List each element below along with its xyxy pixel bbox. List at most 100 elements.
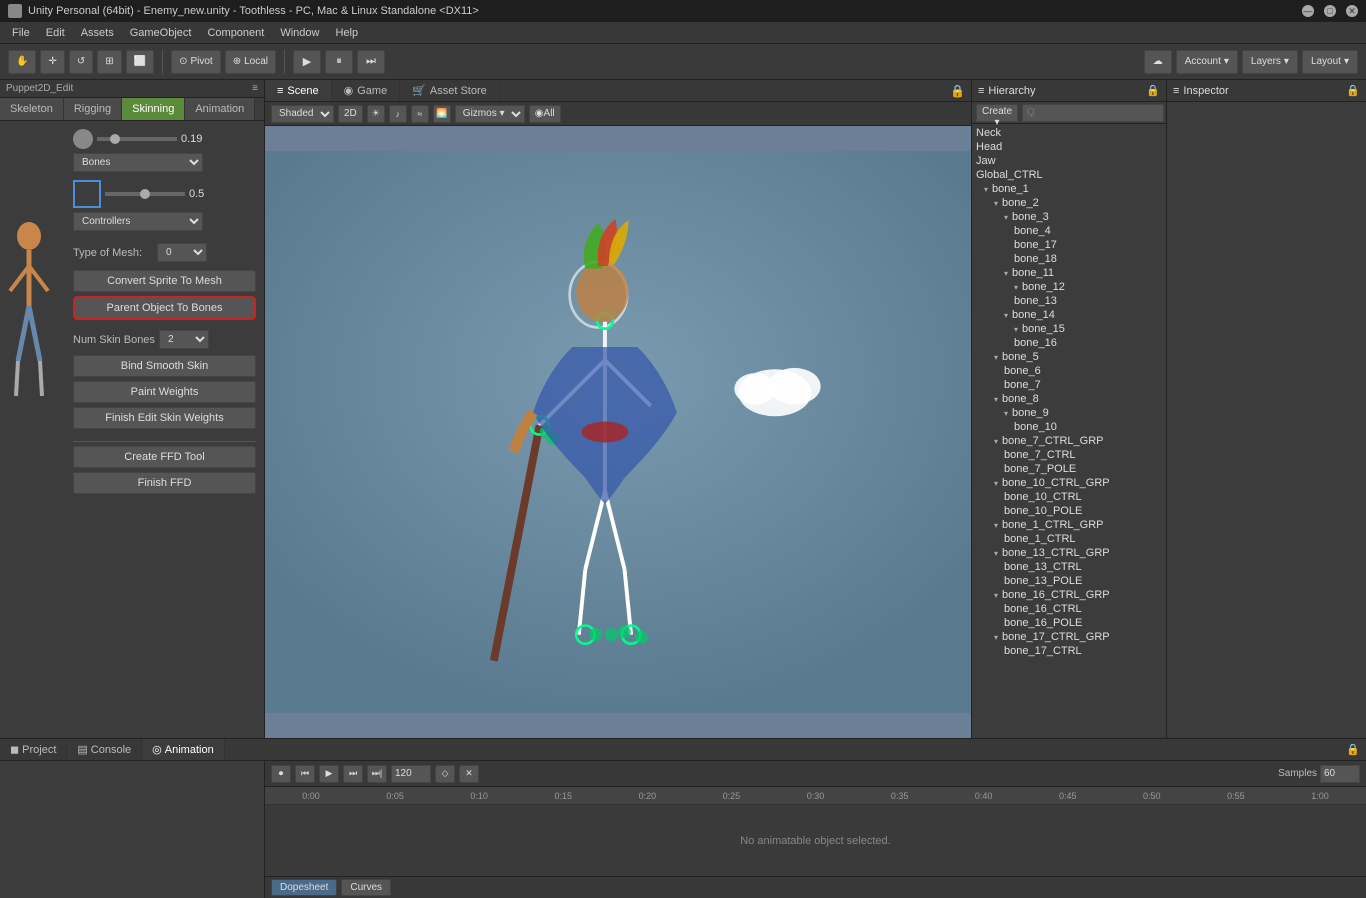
dopesheet-btn[interactable]: Dopesheet (271, 879, 337, 896)
hierarchy-lock[interactable]: 🔒 (1146, 84, 1160, 97)
tree-bone-5[interactable]: ▾bone_5 (972, 350, 1166, 364)
tree-global-ctrl[interactable]: Global_CTRL (972, 168, 1166, 182)
tab-project[interactable]: ◼ Project (0, 739, 67, 760)
anim-prev-key-btn[interactable]: ⏮ (295, 765, 315, 783)
anim-del-curve-btn[interactable]: ✕ (459, 765, 479, 783)
hierarchy-create-btn[interactable]: Create ▾ (976, 104, 1018, 122)
gizmos-select[interactable]: Gizmos ▾ (455, 105, 525, 123)
tree-bone-3[interactable]: ▾bone_3 (972, 210, 1166, 224)
tree-bone-10-ctrl-grp[interactable]: ▾bone_10_CTRL_GRP (972, 476, 1166, 490)
menu-assets[interactable]: Assets (73, 25, 122, 41)
anim-last-key-btn[interactable]: ⏭| (367, 765, 387, 783)
menu-component[interactable]: Component (199, 25, 272, 41)
effects-icon[interactable]: ≈ (411, 105, 429, 123)
tree-bone-2[interactable]: ▾bone_2 (972, 196, 1166, 210)
anim-next-key-btn[interactable]: ⏭ (343, 765, 363, 783)
curves-btn[interactable]: Curves (341, 879, 391, 896)
menu-file[interactable]: File (4, 25, 38, 41)
pause-button[interactable]: ⏸ (325, 50, 353, 74)
tree-bone-7-ctrl[interactable]: bone_7_CTRL (972, 448, 1166, 462)
tree-bone-17[interactable]: bone_17 (972, 238, 1166, 252)
anim-fps-input[interactable] (391, 765, 431, 783)
tree-bone-16-ctrl-grp[interactable]: ▾bone_16_CTRL_GRP (972, 588, 1166, 602)
hierarchy-search[interactable] (1022, 104, 1164, 122)
tree-bone-17-ctrl-grp[interactable]: ▾bone_17_CTRL_GRP (972, 630, 1166, 644)
tree-bone-13-ctrl-grp[interactable]: ▾bone_13_CTRL_GRP (972, 546, 1166, 560)
tree-neck[interactable]: Neck (972, 126, 1166, 140)
menu-window[interactable]: Window (272, 25, 327, 41)
layout-dropdown[interactable]: Layout ▾ (1302, 50, 1358, 74)
tree-bone-8[interactable]: ▾bone_8 (972, 392, 1166, 406)
tree-bone-7-ctrl-grp[interactable]: ▾bone_7_CTRL_GRP (972, 434, 1166, 448)
menu-edit[interactable]: Edit (38, 25, 73, 41)
type-of-mesh-select[interactable]: 0 (157, 243, 207, 262)
scene-lock-icon[interactable]: 🔒 (950, 84, 965, 98)
cloud-button[interactable]: ☁ (1144, 50, 1172, 74)
tree-bone-1[interactable]: ▾bone_1 (972, 182, 1166, 196)
tab-skinning[interactable]: Skinning (122, 98, 185, 120)
audio-icon[interactable]: ♪ (389, 105, 407, 123)
finish-edit-btn[interactable]: Finish Edit Skin Weights (73, 407, 256, 429)
tree-bone-10-ctrl[interactable]: bone_10_CTRL (972, 490, 1166, 504)
play-button[interactable]: ▶ (293, 50, 321, 74)
2d-btn[interactable]: 2D (338, 105, 363, 123)
all-btn[interactable]: ◉All (529, 105, 561, 123)
local-button[interactable]: ⊕ Local (225, 50, 276, 74)
tab-game[interactable]: ◉ Game (332, 80, 401, 101)
pivot-button[interactable]: ⊙ Pivot (171, 50, 221, 74)
hand-tool-button[interactable]: ✋ (8, 50, 36, 74)
tree-bone-16[interactable]: bone_16 (972, 336, 1166, 350)
tree-bone-1-ctrl[interactable]: bone_1_CTRL (972, 532, 1166, 546)
tree-bone-15[interactable]: ▾bone_15 (972, 322, 1166, 336)
tree-bone-1-ctrl-grp[interactable]: ▾bone_1_CTRL_GRP (972, 518, 1166, 532)
scale-tool-button[interactable]: ⊞ (97, 50, 121, 74)
tree-bone-10-pole[interactable]: bone_10_POLE (972, 504, 1166, 518)
layers-dropdown[interactable]: Layers ▾ (1242, 50, 1298, 74)
tree-bone-12[interactable]: ▾bone_12 (972, 280, 1166, 294)
tree-bone-7-pole[interactable]: bone_7_POLE (972, 462, 1166, 476)
bottom-lock[interactable]: 🔒 (1346, 743, 1360, 756)
tree-bone-13-ctrl[interactable]: bone_13_CTRL (972, 560, 1166, 574)
anim-add-curve-btn[interactable]: ◇ (435, 765, 455, 783)
account-dropdown[interactable]: Account ▾ (1176, 50, 1238, 74)
step-button[interactable]: ⏭ (357, 50, 385, 74)
tree-bone-7[interactable]: bone_7 (972, 378, 1166, 392)
num-skin-bones-select[interactable]: 2 (159, 330, 209, 349)
tree-bone-11[interactable]: ▾bone_11 (972, 266, 1166, 280)
tab-animation[interactable]: Animation (185, 98, 255, 120)
bind-smooth-btn[interactable]: Bind Smooth Skin (73, 355, 256, 377)
tree-bone-14[interactable]: ▾bone_14 (972, 308, 1166, 322)
tree-bone-10[interactable]: bone_10 (972, 420, 1166, 434)
tree-bone-13[interactable]: bone_13 (972, 294, 1166, 308)
move-tool-button[interactable]: ✛ (40, 50, 64, 74)
tree-bone-4[interactable]: bone_4 (972, 224, 1166, 238)
inspector-lock-icon[interactable]: 🔒 (1346, 84, 1360, 97)
tree-bone-16-ctrl[interactable]: bone_16_CTRL (972, 602, 1166, 616)
paint-weights-btn[interactable]: Paint Weights (73, 381, 256, 403)
scene-viewport[interactable] (265, 126, 971, 738)
tree-bone-13-pole[interactable]: bone_13_POLE (972, 574, 1166, 588)
menu-gameobject[interactable]: GameObject (122, 25, 200, 41)
tree-jaw[interactable]: Jaw (972, 154, 1166, 168)
rotate-tool-button[interactable]: ↺ (69, 50, 93, 74)
anim-record-btn[interactable]: ⏺ (271, 765, 291, 783)
tab-console[interactable]: ▤ Console (67, 739, 142, 760)
tab-scene[interactable]: ≡ Scene (265, 80, 332, 101)
tree-head[interactable]: Head (972, 140, 1166, 154)
tree-bone-9[interactable]: ▾bone_9 (972, 406, 1166, 420)
convert-sprite-btn[interactable]: Convert Sprite To Mesh (73, 270, 256, 292)
maximize-button[interactable]: □ (1324, 5, 1336, 17)
anim-play-btn[interactable]: ▶ (319, 765, 339, 783)
parent-object-btn[interactable]: Parent Object To Bones (73, 296, 256, 320)
slider-2[interactable] (105, 192, 185, 196)
samples-input[interactable] (1320, 765, 1360, 783)
tree-bone-18[interactable]: bone_18 (972, 252, 1166, 266)
tab-asset-store[interactable]: 🛒 Asset Store (400, 80, 500, 101)
slider-1[interactable] (97, 137, 177, 141)
skybox-icon[interactable]: 🌅 (433, 105, 451, 123)
tree-bone-16-pole[interactable]: bone_16_POLE (972, 616, 1166, 630)
tree-bone-6[interactable]: bone_6 (972, 364, 1166, 378)
finish-ffd-btn[interactable]: Finish FFD (73, 472, 256, 494)
tab-rigging[interactable]: Rigging (64, 98, 122, 120)
create-ffd-btn[interactable]: Create FFD Tool (73, 446, 256, 468)
